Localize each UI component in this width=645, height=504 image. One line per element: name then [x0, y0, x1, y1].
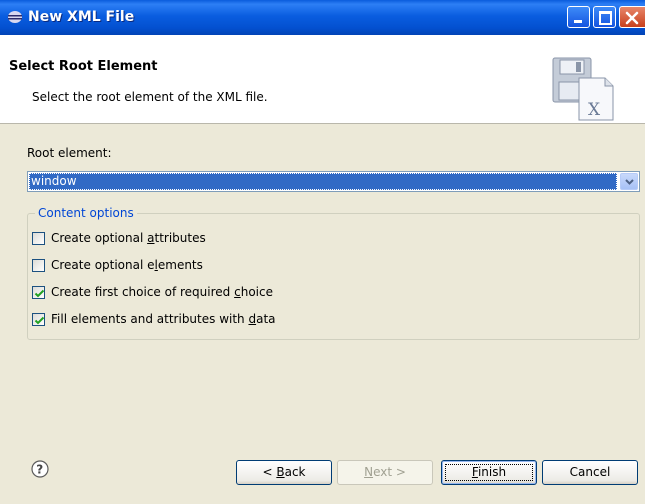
- next-button[interactable]: Next >: [337, 460, 433, 485]
- help-icon[interactable]: ?: [31, 460, 49, 478]
- dropdown-button[interactable]: [620, 173, 638, 190]
- minimize-icon: [574, 20, 582, 23]
- create-optional-attributes-checkbox[interactable]: [32, 232, 45, 245]
- window-title: New XML File: [28, 9, 135, 25]
- create-optional-elements-label: Create optional elements: [51, 258, 203, 272]
- create-optional-attributes-label: Create optional attributes: [51, 231, 206, 245]
- minimize-button[interactable]: [567, 6, 590, 28]
- check-icon: [34, 316, 45, 325]
- close-icon: [625, 11, 639, 25]
- root-element-select[interactable]: window: [27, 171, 640, 192]
- cancel-button[interactable]: Cancel: [542, 460, 638, 485]
- back-button[interactable]: < Back: [236, 460, 332, 485]
- root-element-label: Root element:: [27, 146, 112, 160]
- fill-elements-label: Fill elements and attributes with data: [51, 312, 276, 326]
- close-button[interactable]: [619, 6, 645, 28]
- title-bar[interactable]: New XML File: [0, 0, 645, 35]
- page-title: Select Root Element: [9, 59, 158, 74]
- svg-text:?: ?: [36, 463, 43, 477]
- maximize-button[interactable]: [593, 6, 616, 28]
- create-optional-elements-checkbox[interactable]: [32, 259, 45, 272]
- chevron-down-icon: [625, 179, 634, 185]
- content-options-legend: Content options: [35, 206, 137, 220]
- eclipse-icon: [7, 10, 23, 24]
- xml-file-icon: X: [551, 54, 617, 122]
- fill-elements-checkbox[interactable]: [32, 313, 45, 326]
- finish-button[interactable]: Finish: [441, 460, 537, 485]
- root-element-value: window: [29, 173, 617, 190]
- svg-text:X: X: [588, 100, 601, 120]
- page-description: Select the root element of the XML file.: [32, 90, 268, 104]
- maximize-icon: [599, 11, 612, 25]
- create-first-choice-label: Create first choice of required choice: [51, 285, 273, 299]
- wizard-banner: Select Root Element Select the root elem…: [0, 35, 645, 124]
- new-xml-file-dialog: New XML File Select Root Element Select …: [0, 0, 645, 504]
- create-first-choice-checkbox[interactable]: [32, 286, 45, 299]
- check-icon: [34, 289, 45, 298]
